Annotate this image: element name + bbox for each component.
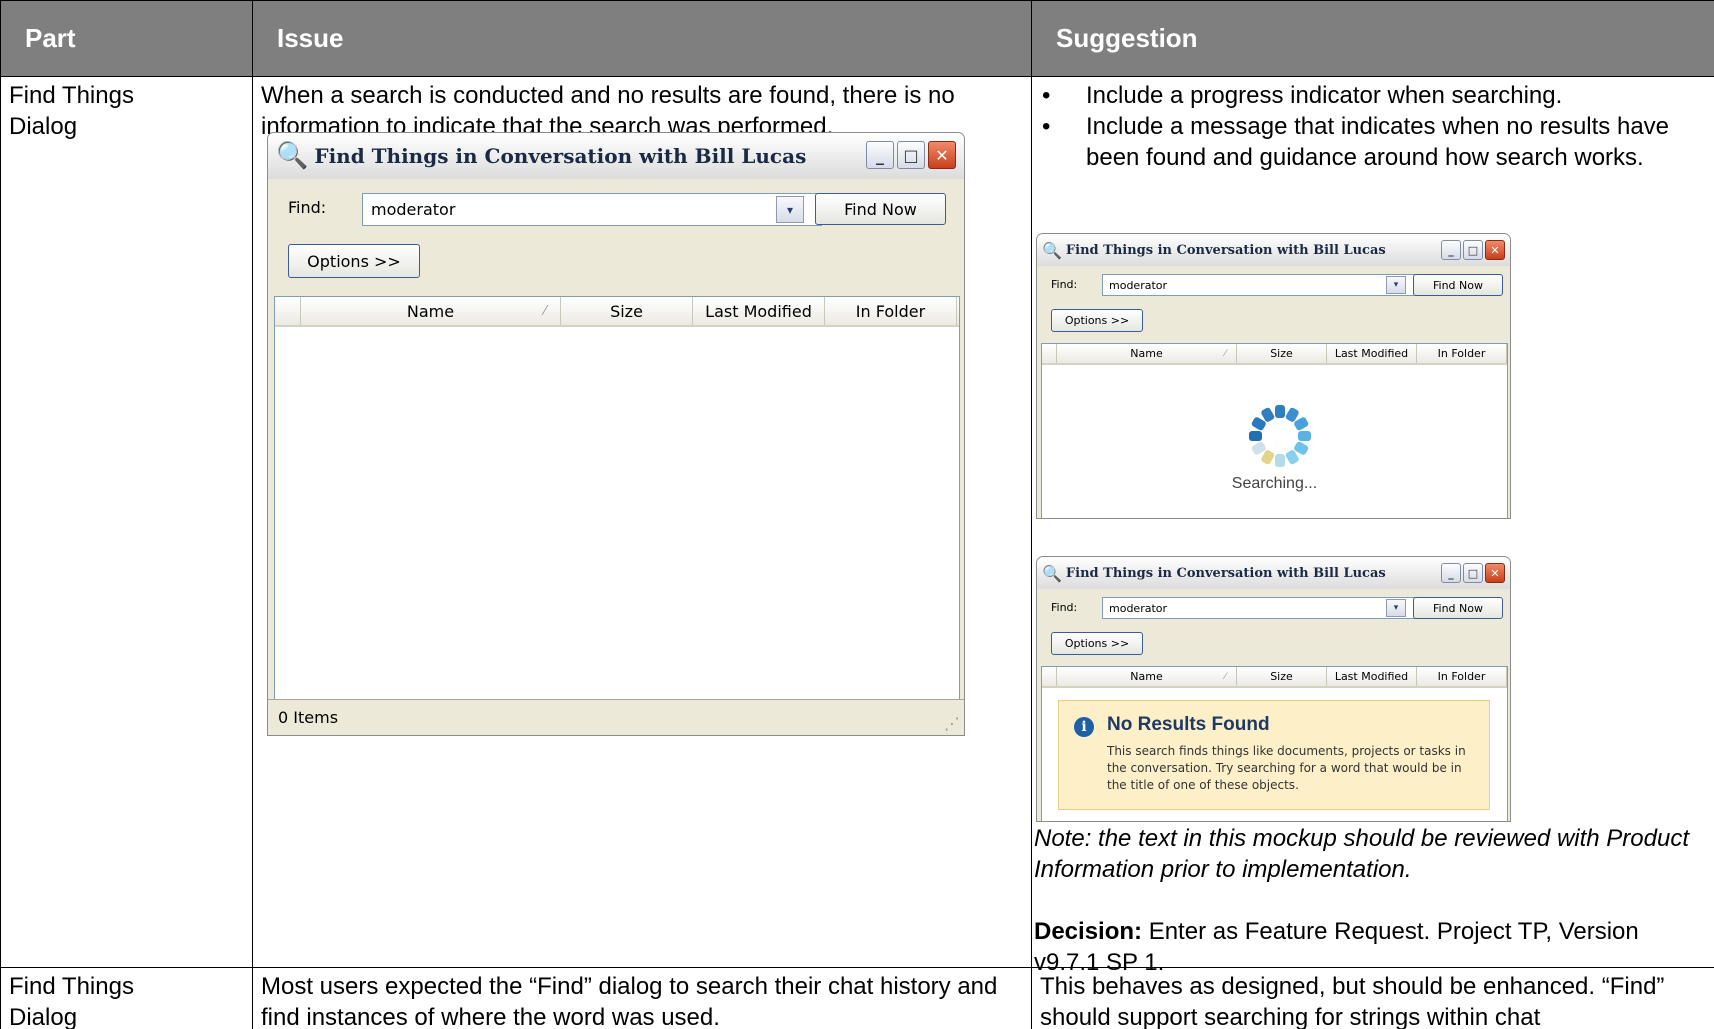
info-icon: i (1074, 717, 1094, 737)
window-controls: _ □ ✕ (1439, 563, 1505, 583)
column-size[interactable]: Size (1237, 667, 1327, 686)
results-list[interactable]: Name ⁄ Size Last Modified In Folder i No … (1041, 666, 1508, 821)
close-button[interactable]: ✕ (1485, 240, 1505, 260)
find-now-button[interactable]: Find Now (1413, 274, 1503, 296)
find-label: Find: (1051, 601, 1078, 614)
minimize-button[interactable]: _ (1441, 563, 1461, 583)
column-in-folder[interactable]: In Folder (1417, 667, 1507, 686)
part-text: Find Things Dialog (9, 973, 134, 1029)
column-last-modified[interactable]: Last Modified (1327, 667, 1417, 686)
find-now-button[interactable]: Find Now (1413, 597, 1503, 619)
status-bar: 0 Items ⋰ (268, 699, 964, 735)
maximize-button[interactable]: □ (1463, 563, 1483, 583)
dialog-title: Find Things in Conversation with Bill Lu… (314, 144, 807, 168)
column-name-label: Name (406, 301, 455, 321)
column-header: Name ⁄ Size Last Modified In Folder (1042, 667, 1507, 688)
column-size[interactable]: Size (561, 297, 693, 325)
column-blank (1042, 667, 1057, 686)
maximize-button[interactable]: □ (897, 141, 925, 169)
column-blank (1042, 344, 1057, 363)
column-blank (275, 297, 301, 325)
no-results-message: This search finds things like documents,… (1107, 744, 1466, 792)
dialog-titlebar: 🔍 Find Things in Conversation with Bill … (1037, 557, 1510, 589)
close-button[interactable]: ✕ (928, 141, 956, 169)
cell-issue: Most users expected the “Find” dialog to… (252, 967, 1032, 1029)
magnifier-icon: 🔍 (276, 141, 309, 171)
sort-icon: ⁄ (1224, 671, 1226, 682)
part-text: Find Things Dialog (9, 82, 134, 140)
header-part: Part (0, 0, 253, 77)
no-results-notice: i No Results Found This search finds thi… (1058, 700, 1490, 810)
column-name-label: Name (1130, 670, 1163, 683)
find-label: Find: (288, 198, 327, 217)
suggestion-item: Include a message that indicates when no… (1040, 111, 1714, 173)
suggestion-footer: Note: the text in this mockup should be … (1034, 823, 1708, 978)
results-list[interactable]: Name ⁄ Size Last Modified In Folder Searc… (1041, 343, 1508, 518)
decision-paragraph: Decision: Enter as Feature Request. Proj… (1034, 916, 1708, 978)
header-suggestion: Suggestion (1031, 0, 1714, 77)
loading-spinner-icon (1249, 405, 1311, 467)
minimize-button[interactable]: _ (1441, 240, 1461, 260)
find-now-button[interactable]: Find Now (815, 193, 946, 225)
find-input[interactable]: moderator (1102, 274, 1420, 296)
column-last-modified[interactable]: Last Modified (1327, 344, 1417, 363)
chevron-down-icon[interactable]: ▾ (1386, 276, 1406, 294)
options-button[interactable]: Options >> (1051, 632, 1143, 655)
magnifier-icon: 🔍 (1042, 563, 1062, 583)
column-name[interactable]: Name ⁄ (1057, 344, 1237, 363)
column-header: Name ⁄ Size Last Modified In Folder (275, 297, 959, 327)
magnifier-icon: 🔍 (1042, 240, 1062, 260)
column-header: Name ⁄ Size Last Modified In Folder (1042, 344, 1507, 365)
review-note: Note: the text in this mockup should be … (1034, 825, 1690, 883)
column-last-modified[interactable]: Last Modified (693, 297, 825, 325)
header-issue: Issue (252, 0, 1032, 77)
find-things-dialog: 🔍 Find Things in Conversation with Bill … (267, 132, 965, 736)
no-results-mockup-dialog: 🔍 Find Things in Conversation with Bill … (1036, 556, 1511, 822)
column-in-folder[interactable]: In Folder (825, 297, 957, 325)
dialog-title: Find Things in Conversation with Bill Lu… (1065, 242, 1386, 258)
sort-icon: ⁄ (1224, 348, 1226, 359)
options-button[interactable]: Options >> (288, 244, 420, 278)
dialog-titlebar: 🔍 Find Things in Conversation with Bill … (268, 133, 964, 179)
no-results-title: No Results Found (1107, 714, 1270, 735)
minimize-button[interactable]: _ (866, 141, 894, 169)
column-size[interactable]: Size (1237, 344, 1327, 363)
dialog-titlebar: 🔍 Find Things in Conversation with Bill … (1037, 234, 1510, 266)
close-button[interactable]: ✕ (1485, 563, 1505, 583)
suggestion-text: This behaves as designed, but should be … (1040, 973, 1665, 1029)
find-input[interactable]: moderator (362, 193, 822, 226)
suggestion-item: Include a progress indicator when search… (1040, 80, 1714, 111)
dialog-title: Find Things in Conversation with Bill Lu… (1065, 565, 1386, 581)
cell-part: Find Things Dialog (0, 967, 253, 1029)
sort-icon: ⁄ (543, 303, 546, 319)
window-controls: _ □ ✕ (863, 141, 956, 169)
decision-label: Decision: (1034, 918, 1143, 945)
maximize-button[interactable]: □ (1463, 240, 1483, 260)
suggestion-list: Include a progress indicator when search… (1040, 80, 1714, 173)
options-button[interactable]: Options >> (1051, 309, 1143, 332)
find-input[interactable]: moderator (1102, 597, 1420, 619)
searching-status-text: Searching... (1231, 475, 1318, 492)
table-header-row: Part Issue Suggestion (0, 0, 1714, 77)
find-label: Find: (1051, 278, 1078, 291)
column-name[interactable]: Name ⁄ (301, 297, 561, 325)
resize-grip-icon[interactable]: ⋰ (944, 714, 960, 733)
results-list[interactable]: Name ⁄ Size Last Modified In Folder (274, 296, 960, 701)
issue-text: Most users expected the “Find” dialog to… (261, 973, 998, 1029)
column-in-folder[interactable]: In Folder (1417, 344, 1507, 363)
column-name[interactable]: Name ⁄ (1057, 667, 1237, 686)
column-name-label: Name (1130, 347, 1163, 360)
item-count: 0 Items (278, 708, 339, 727)
chevron-down-icon[interactable]: ▾ (776, 196, 804, 223)
chevron-down-icon[interactable]: ▾ (1386, 599, 1406, 617)
searching-mockup-dialog: 🔍 Find Things in Conversation with Bill … (1036, 233, 1511, 519)
window-controls: _ □ ✕ (1439, 240, 1505, 260)
cell-part: Find Things Dialog (0, 76, 253, 968)
